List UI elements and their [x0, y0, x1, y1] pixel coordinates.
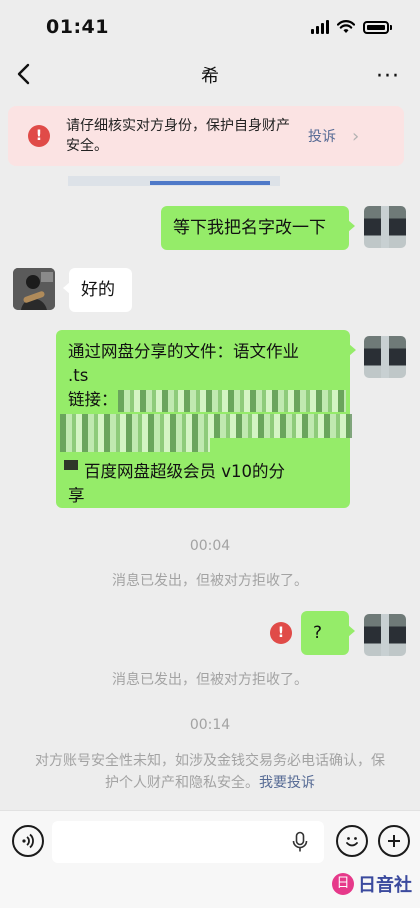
alert-icon: !	[28, 125, 50, 147]
share-line-2: .ts	[68, 366, 89, 385]
pixelated-link-3	[60, 438, 210, 452]
safety-warning-banner[interactable]: ! 请仔细核实对方身份，保护自身财产安全。 投诉 ›	[8, 106, 404, 166]
rejected-notice: 消息已发出，但被对方拒收了。	[112, 672, 308, 688]
safety-notice-text: 对方账号安全性未知，如涉及金钱交易务必电话确认，保护个人财产和隐私安全。	[35, 753, 385, 791]
message-text: 好的	[81, 280, 115, 300]
battery-icon	[363, 20, 392, 34]
share-line-1: 通过网盘分享的文件：语文作业	[68, 342, 299, 361]
emoji-icon	[346, 837, 358, 847]
pixelated-link-2	[60, 414, 352, 438]
timestamp: 00:14	[189, 717, 231, 733]
message-bubble-self[interactable]: 等下我把名字改一下	[161, 206, 355, 250]
more-options-button[interactable]: ···	[376, 64, 400, 89]
self-avatar[interactable]	[364, 614, 406, 656]
message-bubble-self[interactable]: ?	[301, 611, 355, 655]
watermark-logo-icon: 日	[332, 873, 354, 895]
file-share-message-bubble[interactable]: 通过网盘分享的文件：语文作业 .ts 链接： 百度网盘超级会员 v10的分 享	[56, 330, 356, 508]
more-dots-icon: ···	[376, 64, 400, 89]
message-bubble-contact[interactable]: 好的	[63, 268, 132, 312]
report-link[interactable]: 我要投诉	[259, 775, 315, 791]
message-text: 等下我把名字改一下	[173, 218, 326, 238]
more-functions-button[interactable]	[378, 825, 410, 857]
status-time: 01:41	[46, 16, 109, 38]
report-link[interactable]: 投诉	[308, 126, 336, 146]
chat-title: 希	[201, 66, 219, 87]
status-icons	[311, 20, 392, 34]
message-text: ?	[313, 623, 323, 643]
timestamp: 00:04	[189, 538, 231, 554]
mic-icon[interactable]	[290, 831, 310, 853]
signal-icon	[311, 20, 329, 34]
share-line-5: 百度网盘超级会员 v10的分	[84, 462, 286, 481]
share-line-6: 享	[68, 486, 85, 505]
watermark-text: 日音社	[358, 875, 412, 896]
pixelated-link	[118, 390, 346, 412]
rejected-notice: 消息已发出，但被对方拒收了。	[112, 573, 308, 589]
safety-notice: 对方账号安全性未知，如涉及金钱交易务必电话确认，保护个人财产和隐私安全。我要投诉	[30, 750, 390, 794]
emoji-button[interactable]	[336, 825, 368, 857]
voice-icon	[22, 833, 34, 849]
banner-text: 请仔细核实对方身份，保护自身财产安全。	[66, 118, 290, 154]
message-input[interactable]	[52, 821, 324, 863]
voice-toggle-button[interactable]	[12, 825, 44, 857]
self-avatar[interactable]	[364, 206, 406, 248]
chevron-right-icon: ›	[352, 125, 360, 147]
contact-avatar[interactable]	[13, 268, 55, 310]
plus-icon	[388, 835, 400, 847]
self-avatar[interactable]	[364, 336, 406, 378]
watermark: 日 日音社	[332, 871, 412, 897]
send-failed-alert-icon[interactable]: !	[270, 622, 292, 644]
wifi-icon	[337, 20, 355, 33]
contact-avatar-image	[13, 268, 55, 310]
pixelated-mark	[64, 460, 78, 470]
partial-content-accent	[150, 181, 270, 185]
